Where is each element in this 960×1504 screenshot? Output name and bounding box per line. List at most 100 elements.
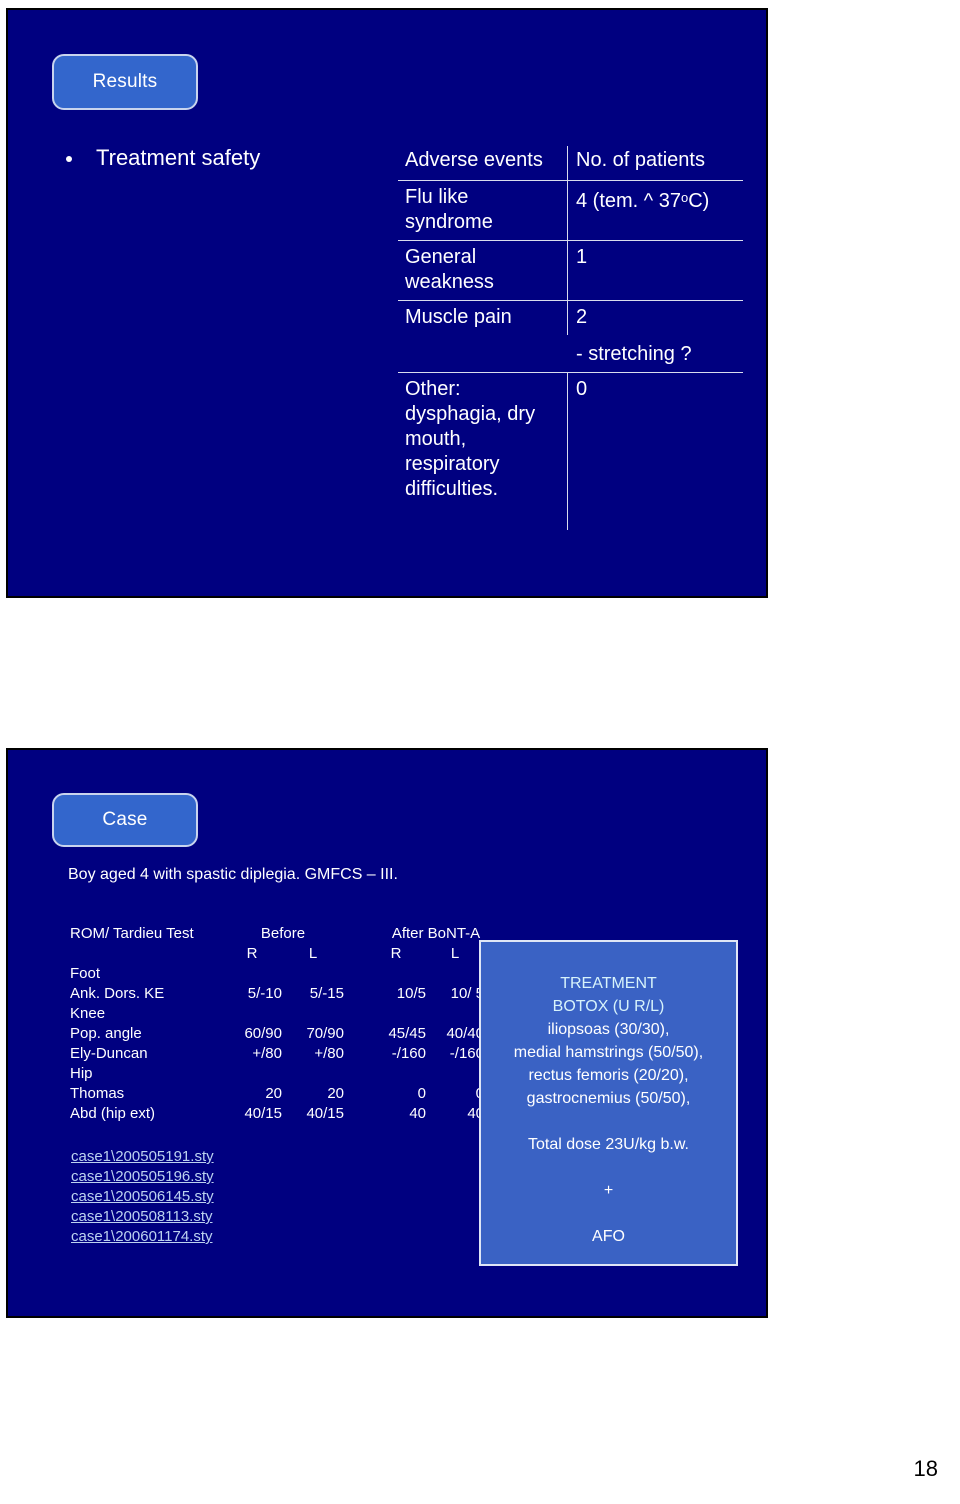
table-row: Muscle pain 2 - stretching ? (398, 301, 743, 373)
rom-after-right (366, 1004, 426, 1024)
rom-before-left (282, 1064, 344, 1084)
treatment-muscle: medial hamstrings (50/50), (513, 1044, 704, 1061)
rom-before-right: 20 (265, 1085, 282, 1102)
rom-row: Ank. Dors. KE 5/-10 5/-15 10/5 10/ 5 (70, 984, 506, 1004)
rom-spacer (344, 924, 366, 944)
rom-after-right: 10/5 (396, 985, 426, 1002)
rom-row-label: Foot (70, 965, 101, 982)
rom-spacer (344, 944, 366, 964)
treatment-product: BOTOX (U R/L) (552, 998, 665, 1015)
rom-after-left: 40 (467, 1105, 484, 1122)
rom-after-right: -/160 (391, 1045, 426, 1062)
rom-before-left: 5/-15 (309, 985, 344, 1002)
rom-row-label: Ely-Duncan (70, 1045, 148, 1062)
rom-spacer (344, 1044, 366, 1064)
rom-spacer (344, 1064, 366, 1084)
rom-side-after-right: R (390, 945, 402, 962)
rom-before-left (282, 964, 344, 984)
rom-row: Abd (hip ext) 40/15 40/15 40 40 (70, 1104, 506, 1124)
treatment-plus-sign: + (603, 1182, 614, 1199)
case-file-link-list: case1\200505191.sty case1\200505196.sty … (71, 1147, 214, 1247)
cell-patient-count: 1 (576, 246, 588, 268)
rom-side-header-row: R L R L (70, 944, 506, 964)
rom-before-right (222, 1064, 282, 1084)
rom-before-right: 60/90 (244, 1025, 282, 1042)
slide-title-case[interactable]: Case (52, 793, 198, 847)
slide-title-results[interactable]: Results (52, 54, 198, 110)
case-file-link[interactable]: case1\200505191.sty (71, 1147, 214, 1167)
rom-row-label: Knee (70, 1005, 106, 1022)
rom-row: Ely-Duncan +/80 +/80 -/160 -/160 (70, 1044, 506, 1064)
rom-after-left (426, 1064, 484, 1084)
cell-patient-count: 4 (tem. ^ 37oC) (568, 181, 743, 219)
rom-row: Hip (70, 1064, 506, 1084)
cell-event-name: Flu like syndrome (398, 181, 568, 240)
bullet-treatment-safety-label: Treatment safety (96, 145, 261, 170)
rom-before-right: +/80 (252, 1045, 282, 1062)
rom-side-header-spacer (70, 944, 222, 964)
cell-patient-count-tail: C) (688, 190, 710, 212)
table-header-row: Adverse events No. of patients (398, 146, 743, 181)
column-header-adverse-events: Adverse events (398, 146, 568, 180)
table-row: Other: dysphagia, dry mouth, respiratory… (398, 373, 743, 530)
bullet-dot-icon (66, 156, 72, 162)
rom-before-left: 20 (327, 1085, 344, 1102)
treatment-spacer (481, 1110, 736, 1133)
rom-before-right (222, 964, 282, 984)
rom-spacer (344, 984, 366, 1004)
table-row: Flu like syndrome 4 (tem. ^ 37oC) (398, 181, 743, 241)
rom-after-left: 40/40 (446, 1025, 484, 1042)
rom-group-before: Before (260, 925, 306, 942)
rom-row: Foot (70, 964, 506, 984)
rom-spacer (344, 964, 366, 984)
rom-side-after-left: L (450, 945, 460, 962)
rom-tardieu-table: ROM/ Tardieu Test Before After BoNT-A R … (70, 924, 506, 1124)
slide-title-results-label: Results (92, 71, 158, 92)
treatment-spacer (481, 1202, 736, 1225)
rom-after-left: -/160 (449, 1045, 484, 1062)
case-file-link[interactable]: case1\200508113.sty (71, 1207, 214, 1227)
cell-event-name: General weakness (398, 241, 568, 300)
cell-event-name: Muscle pain (398, 301, 568, 335)
rom-table-title: ROM/ Tardieu Test (70, 925, 194, 942)
rom-row-label: Pop. angle (70, 1025, 142, 1042)
rom-row: Thomas 20 20 0 0 (70, 1084, 506, 1104)
cell-event-name: Other: dysphagia, dry mouth, respiratory… (398, 373, 568, 530)
case-file-link[interactable]: case1\200505196.sty (71, 1167, 214, 1187)
treatment-orthosis: AFO (592, 1228, 625, 1245)
rom-before-right: 5/-10 (247, 985, 282, 1002)
cell-patient-count-note: - stretching ? (576, 343, 692, 365)
rom-row-label: Abd (hip ext) (70, 1105, 156, 1122)
document-page: Results Treatment safety Adverse events … (0, 0, 960, 1504)
slide-results: Results Treatment safety Adverse events … (6, 8, 768, 598)
bullet-treatment-safety: Treatment safety (66, 144, 260, 172)
rom-before-left (282, 1004, 344, 1024)
cell-patient-count-value: 2 (576, 306, 588, 328)
rom-side-before-right: R (246, 945, 258, 962)
rom-after-left: 0 (426, 1084, 484, 1104)
treatment-total-dose: Total dose 23U/kg b.w. (528, 1136, 689, 1153)
page-number: 18 (913, 1456, 938, 1481)
adverse-events-table: Adverse events No. of patients Flu like … (398, 146, 743, 530)
rom-side-before-left: L (308, 945, 318, 962)
case-file-link[interactable]: case1\200506145.sty (71, 1187, 214, 1207)
case-file-link[interactable]: case1\200601174.sty (71, 1227, 214, 1247)
rom-after-right (366, 964, 426, 984)
rom-after-right: 0 (417, 1085, 426, 1102)
cell-patient-count-prefix: 4 (tem. ^ 37 (576, 190, 681, 212)
treatment-muscle: rectus femoris (20/20), (528, 1067, 689, 1084)
rom-spacer (344, 1024, 366, 1044)
rom-after-left (426, 1004, 484, 1024)
rom-before-right: 40/15 (244, 1105, 282, 1122)
table-row: General weakness 1 (398, 241, 743, 301)
rom-before-left: 70/90 (306, 1025, 344, 1042)
rom-spacer (344, 1104, 366, 1124)
rom-after-left: 10/ 5 (450, 985, 484, 1002)
treatment-summary-box: TREATMENT BOTOX (U R/L) iliopsoas (30/30… (479, 940, 738, 1266)
rom-row: Pop. angle 60/90 70/90 45/45 40/40 (70, 1024, 506, 1044)
treatment-heading: TREATMENT (560, 975, 657, 992)
cell-patient-count: 0 (576, 378, 588, 400)
rom-row-label: Hip (70, 1065, 93, 1082)
rom-group-header-row: ROM/ Tardieu Test Before After BoNT-A (70, 924, 506, 944)
rom-after-right: 45/45 (388, 1025, 426, 1042)
